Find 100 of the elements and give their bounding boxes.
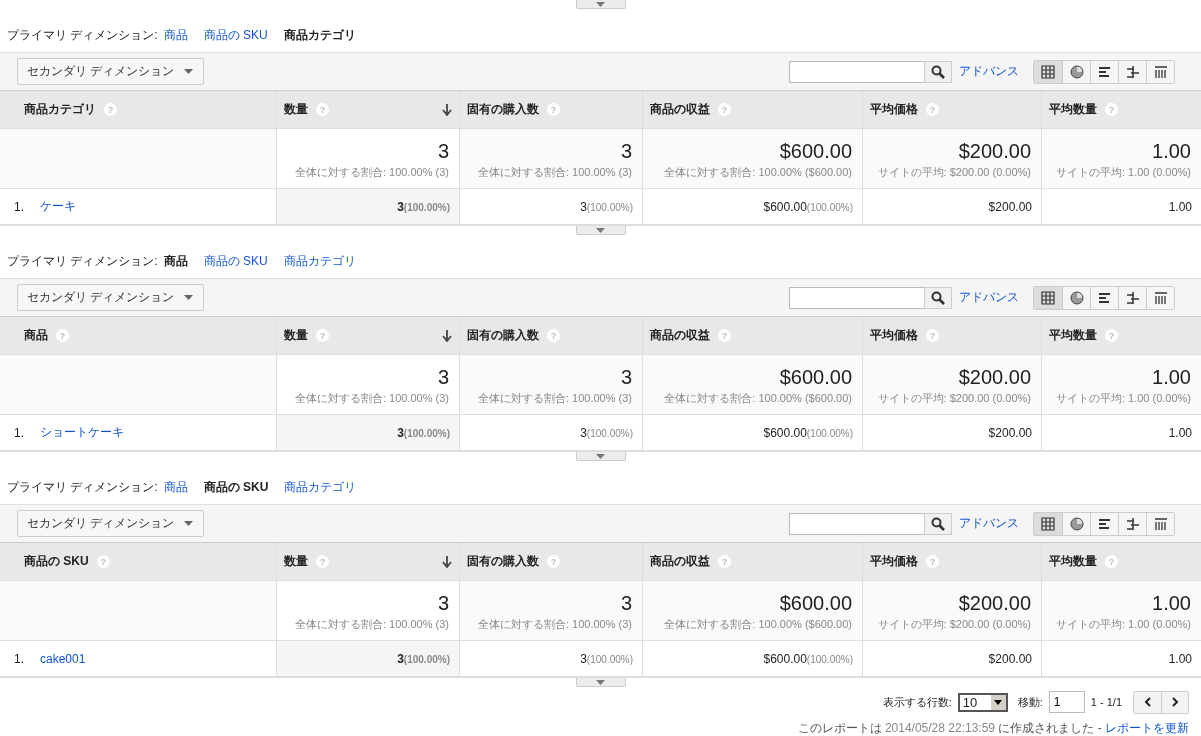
dimension-label: プライマリ ディメンション: [7,479,158,496]
caret-icon [596,453,605,459]
view-mode-button[interactable] [1146,512,1174,535]
search-button[interactable] [924,512,952,535]
dimension-label: プライマリ ディメンション: [7,253,158,270]
search-icon [931,64,945,79]
secondary-dimension-dropdown[interactable]: セカンダリ ディメンション [17,58,205,85]
column-header[interactable]: 平均価格 ? [862,91,1041,128]
view-mode-button[interactable] [1146,60,1174,83]
dimension-link[interactable]: 商品の SKU [203,27,268,44]
caret-icon [184,69,194,74]
caret-icon [184,521,194,526]
collapse-handle[interactable] [575,678,626,687]
collapse-handle[interactable] [575,0,626,9]
go-to-label: 移動: [1017,694,1043,710]
branch-icon [1125,290,1140,305]
table-cell: 1.00 [1168,651,1192,666]
advanced-link[interactable]: アドバンス [959,289,1019,306]
total-value: 3 [620,365,632,389]
search-field[interactable] [789,286,925,309]
dimension-link[interactable]: 商品カテゴリ [283,253,356,270]
column-header[interactable]: 商品の収益 ? [642,543,862,580]
pie-chart-icon [1069,290,1084,305]
total-note: 全体に対する割合: 100.00% (3) [477,617,632,632]
collapse-handle[interactable] [575,226,626,235]
column-header[interactable]: 商品の収益 ? [642,317,862,354]
secondary-dimension-dropdown[interactable]: セカンダリ ディメンション [17,510,205,537]
dimension-link[interactable]: 商品 [163,479,188,496]
dimension-link[interactable]: 商品 [163,27,188,44]
dimension-link[interactable]: 商品の SKU [203,253,268,270]
bar-list-icon [1097,64,1112,79]
rows-per-page-label: 表示する行数: [882,694,952,710]
go-to-field[interactable]: 1 [1048,691,1085,713]
secondary-dimension-dropdown[interactable]: セカンダリ ディメンション [17,284,205,311]
column-header[interactable]: 商品の収益 ? [642,91,862,128]
table-cell: 3(100.00%) [580,651,633,666]
pie-chart-icon [1069,64,1084,79]
column-header[interactable]: 固有の購入数 ? [459,91,642,128]
total-value: 3 [437,365,449,389]
view-mode-button[interactable] [1034,512,1062,535]
table-cell: 3(100.00%) [397,199,450,214]
column-header[interactable]: 固有の購入数 ? [459,317,642,354]
refresh-report-link[interactable]: レポートを更新 [1105,721,1189,735]
advanced-link[interactable]: アドバンス [959,63,1019,80]
column-header[interactable]: 平均数量 ? [1041,543,1201,580]
previous-page-button[interactable] [1134,691,1161,713]
table-cell: $200.00 [988,199,1032,214]
column-header[interactable]: 平均価格 ? [862,317,1041,354]
total-note: サイトの平均: 1.00 (0.00%) [1055,391,1191,406]
row-link[interactable]: ショートケーキ [40,424,124,441]
columns-icon [1153,64,1168,79]
bar-list-icon [1097,290,1112,305]
page-range: 1 - 1/1 [1090,696,1122,708]
column-header[interactable]: 数量 ? [276,91,459,128]
column-header[interactable]: 数量 ? [276,317,459,354]
branch-icon [1125,64,1140,79]
search-button[interactable] [924,60,952,83]
columns-icon [1153,516,1168,531]
total-note: 全体に対する割合: 100.00% (3) [294,391,449,406]
column-header[interactable]: 固有の購入数 ? [459,543,642,580]
search-button[interactable] [924,286,952,309]
search-field[interactable] [789,60,925,83]
columns-icon [1153,290,1168,305]
branch-icon [1125,516,1140,531]
row-link[interactable]: cake001 [40,651,86,666]
dimension-link[interactable]: 商品カテゴリ [284,479,357,496]
column-header[interactable]: 商品の SKU ? [0,543,276,580]
column-header[interactable]: 商品 ? [0,317,276,354]
next-page-button[interactable] [1161,691,1188,713]
total-note: サイトの平均: $200.00 (0.00%) [877,617,1031,632]
column-header[interactable]: 平均価格 ? [862,543,1041,580]
advanced-link[interactable]: アドバンス [959,515,1019,532]
total-note: 全体に対する割合: 100.00% ($600.00) [664,391,852,406]
table-cell: 3(100.00%) [580,199,633,214]
collapse-handle[interactable] [575,452,626,461]
table-cell: 1.00 [1168,425,1192,440]
row-link[interactable]: ケーキ [40,198,76,215]
column-header[interactable]: 平均数量 ? [1041,317,1201,354]
row-number: 1. [14,425,25,440]
table-cell: $200.00 [988,651,1032,666]
caret-icon [596,227,605,233]
column-header[interactable]: 商品カテゴリ ? [0,91,276,128]
total-value: 1.00 [1152,591,1191,615]
total-note: サイトの平均: $200.00 (0.00%) [877,165,1031,180]
view-mode-button[interactable] [1146,286,1174,309]
rows-select[interactable]: 10 [957,692,1008,712]
view-mode-button[interactable] [1034,286,1062,309]
row-number: 1. [14,199,25,214]
column-header[interactable]: 数量 ? [276,543,459,580]
report-note: このレポートは 2014/05/28 22:13:59 に作成されました - レポートを更新 [796,720,1189,736]
view-mode-button[interactable] [1034,60,1062,83]
total-note: 全体に対する割合: 100.00% (3) [477,391,632,406]
chevron-left-icon [1144,697,1151,707]
total-note: サイトの平均: $200.00 (0.00%) [877,391,1031,406]
total-value: 1.00 [1152,365,1191,389]
search-field[interactable] [789,512,925,535]
total-note: サイトの平均: 1.00 (0.00%) [1055,165,1191,180]
total-value: 3 [620,139,632,163]
dimension-label: プライマリ ディメンション: [7,27,158,44]
column-header[interactable]: 平均数量 ? [1041,91,1201,128]
